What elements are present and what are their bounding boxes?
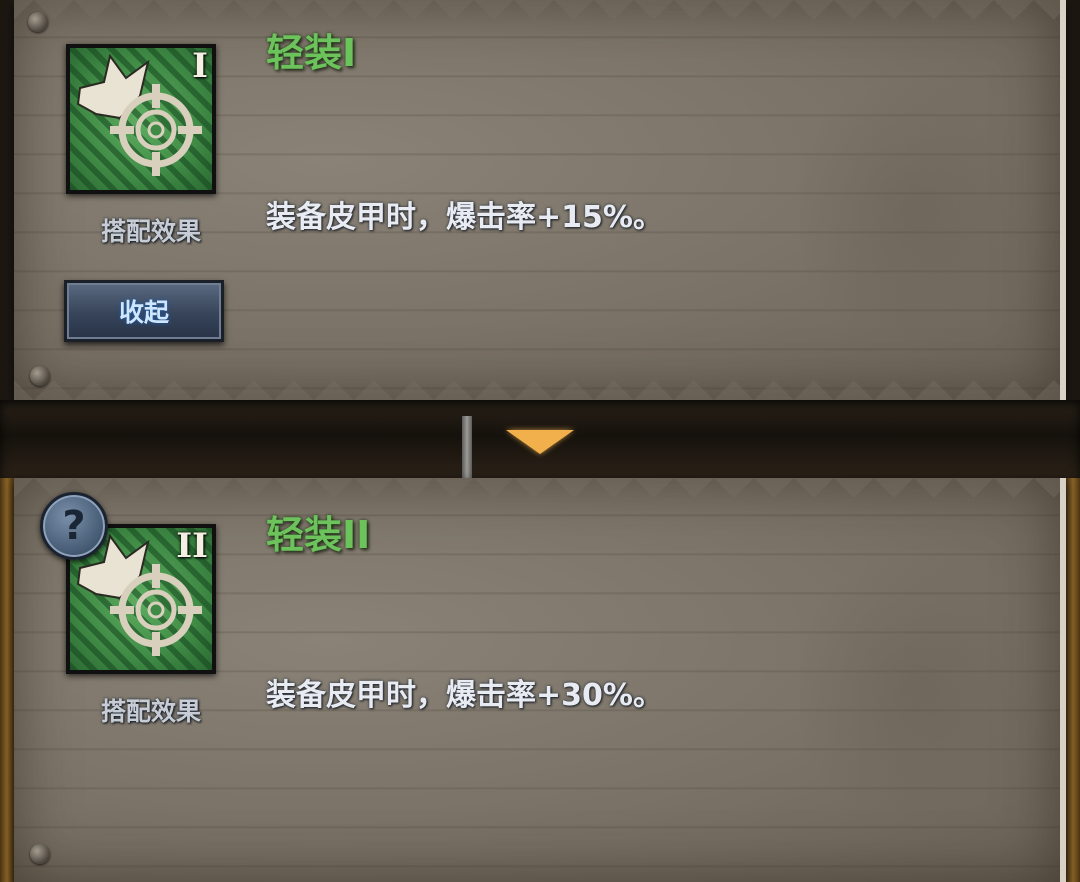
panel-top-border (14, 0, 1060, 26)
set-bonus-caption: 搭配效果 (100, 217, 201, 246)
question-mark-icon: ? (62, 503, 86, 549)
frame-edge-left (0, 478, 14, 882)
tier-numeral: I (192, 46, 208, 86)
tier-numeral: II (176, 526, 208, 566)
divider-post (462, 416, 472, 478)
panel-top-border (14, 478, 1060, 504)
skill-icon-frame: I (66, 44, 216, 194)
rivet-icon (30, 844, 50, 864)
background-emblem (800, 60, 1030, 360)
card-title: 轻装II (266, 513, 371, 557)
bonus-description: 装备皮甲时，爆击率+30%。 (266, 678, 663, 713)
collapse-button[interactable]: 收起 (64, 280, 224, 342)
rivet-icon (28, 12, 48, 32)
help-button[interactable]: ? (40, 492, 108, 560)
bonus-description: 装备皮甲时，爆击率+15%。 (266, 200, 663, 235)
crosshair-burst-icon (70, 48, 212, 190)
set-bonus-caption: 搭配效果 (100, 697, 201, 726)
frame-edge-right (1066, 478, 1080, 882)
card-title: 轻装I (266, 31, 357, 75)
set-bonus-card-1: I 搭配效果 轻装I 装备皮甲时，爆击率+15%。 收起 (14, 0, 1066, 400)
panel-bottom-border (14, 374, 1060, 400)
set-bonus-card-2: II 搭配效果 轻装II 装备皮甲时，爆击率+30%。 (14, 478, 1066, 882)
background-emblem (800, 538, 1030, 838)
down-arrow-icon[interactable] (506, 430, 574, 454)
rivet-icon (30, 366, 50, 386)
